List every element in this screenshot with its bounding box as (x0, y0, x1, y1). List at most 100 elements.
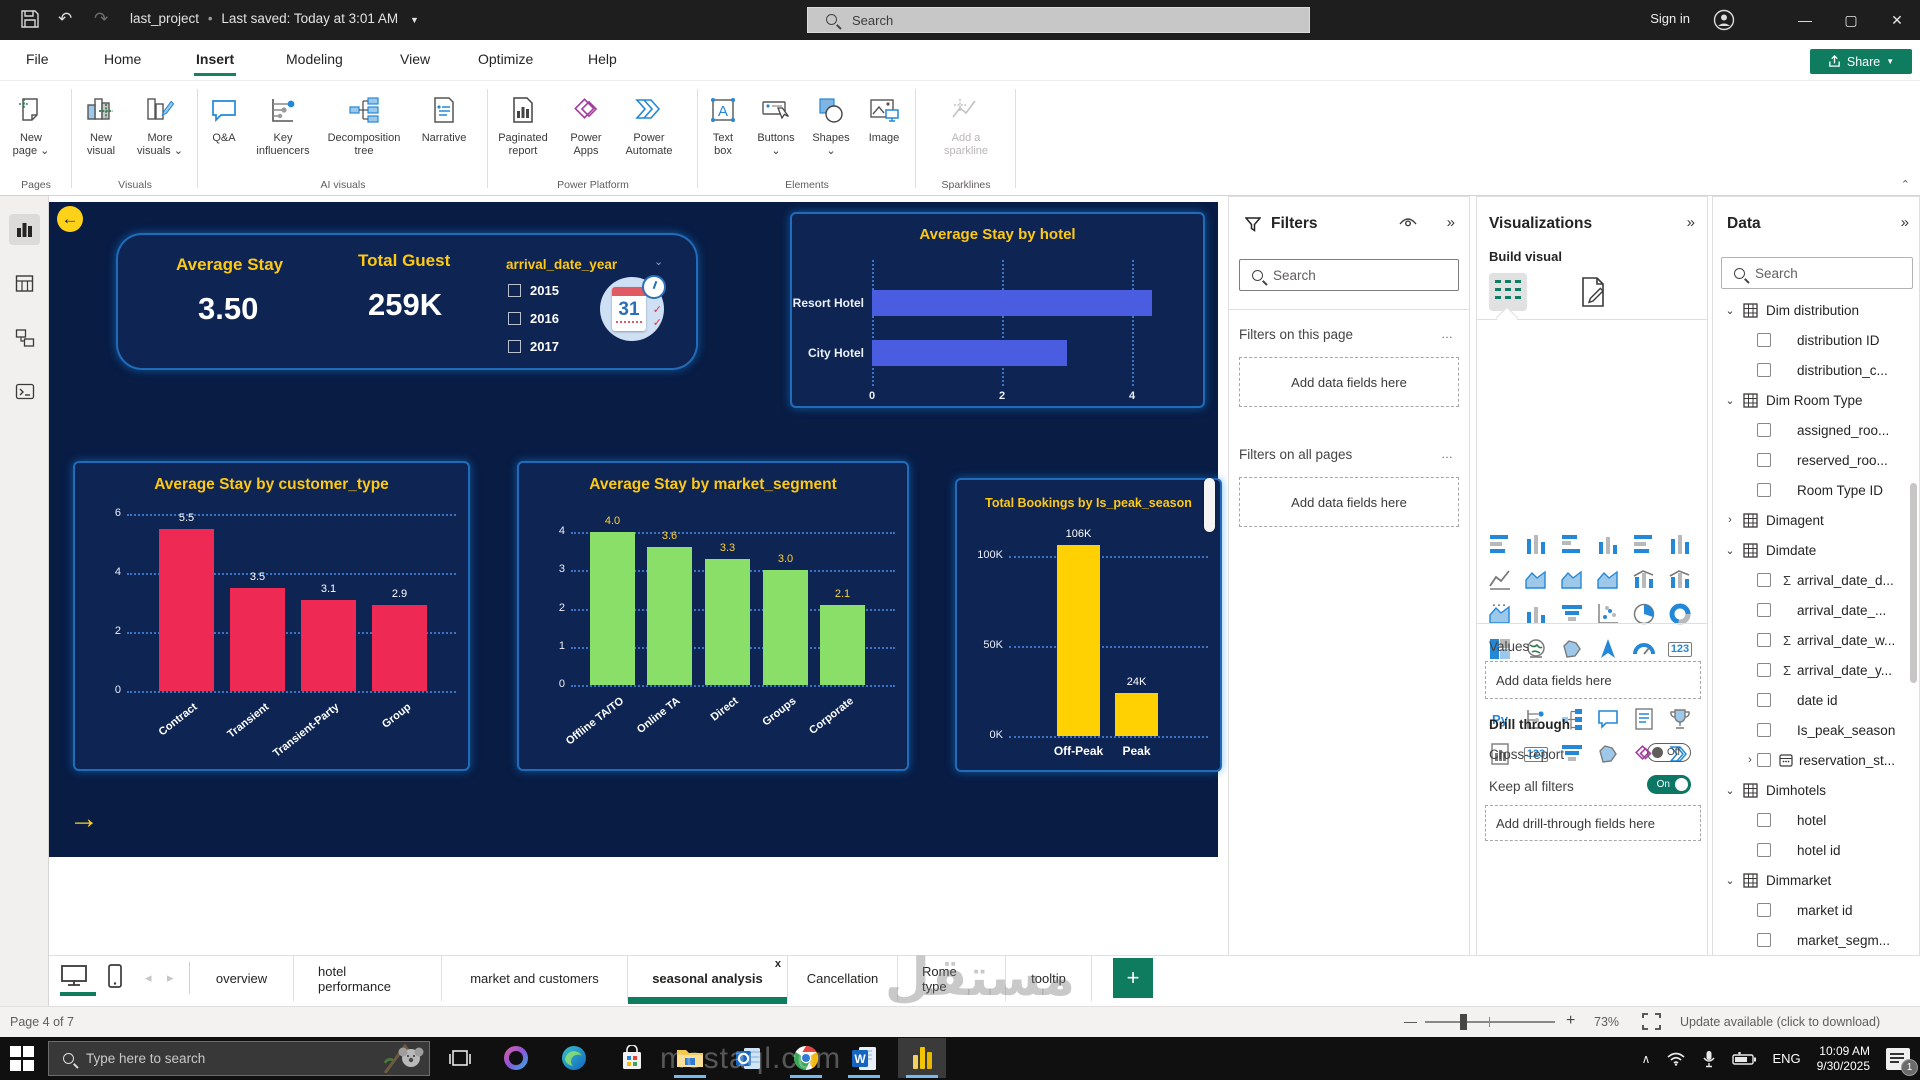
model-view-icon[interactable] (9, 322, 40, 353)
table-view-icon[interactable] (9, 268, 40, 299)
page-tab-rome-type[interactable]: Rome type (898, 956, 1006, 1001)
collapse-data-pane-icon[interactable]: » (1901, 214, 1907, 231)
power-automate-button[interactable]: PowerAutomate (614, 91, 684, 158)
page-tab-market-and-customers[interactable]: market and customers (442, 956, 628, 1001)
global-search-input[interactable] (852, 13, 1152, 28)
taskbar-app-chrome[interactable] (782, 1038, 830, 1078)
global-search-bar[interactable] (807, 7, 1310, 33)
expand-icon[interactable]: › (1743, 754, 1757, 766)
report-page[interactable]: ← Average Stay 3.50 Total Guest 259K arr… (49, 202, 1218, 857)
taskbar-search-input[interactable] (86, 1051, 306, 1066)
filters-page-dropzone[interactable]: Add data fields here (1239, 357, 1459, 407)
field-reservation-st-[interactable]: ›reservation_st... (1713, 745, 1919, 775)
buttons-button[interactable]: Buttons⌄ (748, 91, 804, 158)
viz-icon-azure-map[interactable] (1595, 636, 1621, 662)
field-assigned-roo-[interactable]: assigned_roo... (1713, 415, 1919, 445)
collapse-icon[interactable]: ⌄ (1723, 394, 1737, 407)
chart-average-stay-by-customer-type[interactable]: Average Stay by customer_type 02465.5Con… (73, 461, 470, 771)
slicer-option-2017[interactable]: 2017 (508, 339, 559, 354)
collapse-visualizations-pane-icon[interactable]: » (1687, 214, 1693, 231)
taskbar-app-outlook[interactable] (724, 1038, 772, 1078)
field-checkbox[interactable] (1757, 903, 1771, 917)
viz-icon-100-stacked-bar-chart[interactable] (1631, 531, 1657, 557)
data-pane-scrollbar[interactable] (1910, 483, 1917, 683)
zoom-in-button[interactable]: + (1566, 1012, 1575, 1030)
desktop-layout-icon[interactable] (60, 964, 88, 988)
maximize-button[interactable]: ▢ (1828, 0, 1874, 40)
field-checkbox[interactable] (1757, 603, 1771, 617)
cross-report-toggle[interactable]: Off (1647, 743, 1691, 762)
viz-icon-line-and-clustered-column-chart[interactable] (1667, 566, 1693, 592)
new-page-button[interactable]: Newpage ⌄ (0, 91, 62, 158)
key-influencers-button[interactable]: Keyinfluencers (250, 91, 316, 158)
checkbox-2015[interactable] (508, 284, 521, 297)
viz-icon-clustered-column-chart[interactable] (1595, 531, 1621, 557)
field-room-type-id[interactable]: Room Type ID (1713, 475, 1919, 505)
more-options-icon[interactable]: … (1441, 327, 1455, 341)
viz-icon-line-and-stacked-column-chart[interactable] (1631, 566, 1657, 592)
field-arrival-date-[interactable]: arrival_date_... (1713, 595, 1919, 625)
field-hotel[interactable]: hotel (1713, 805, 1919, 835)
field-market-segm-[interactable]: market_segm... (1713, 925, 1919, 955)
update-available-link[interactable]: Update available (click to download) (1680, 1015, 1880, 1029)
decomposition-tree-button[interactable]: Decompositiontree (316, 91, 412, 158)
filters-search-box[interactable] (1239, 259, 1459, 291)
table-dim-distribution[interactable]: ⌄Dim distribution (1713, 295, 1919, 325)
bar-peak[interactable] (1115, 693, 1158, 736)
fit-to-page-icon[interactable] (1642, 1013, 1661, 1030)
start-button[interactable] (10, 1046, 36, 1072)
tray-expand-icon[interactable]: ∧ (1642, 1052, 1651, 1066)
close-button[interactable]: ✕ (1874, 0, 1920, 40)
data-search-input[interactable] (1755, 266, 1875, 281)
close-tab-icon[interactable]: x (775, 958, 781, 970)
field-distribution-id[interactable]: distribution ID (1713, 325, 1919, 355)
sign-in-link[interactable]: Sign in (1650, 11, 1690, 26)
page-tab-hotel-performance[interactable]: hotel performance (294, 956, 442, 1001)
viz-icon-smart-narrative[interactable] (1631, 706, 1657, 732)
report-view-icon[interactable] (9, 214, 40, 245)
title-dropdown-icon[interactable]: ▼ (410, 15, 419, 25)
collapse-icon[interactable]: ⌄ (1723, 544, 1737, 557)
field-checkbox[interactable] (1757, 333, 1771, 347)
viz-icon-clustered-bar-chart[interactable] (1559, 531, 1585, 557)
more-visuals-button[interactable]: Morevisuals ⌄ (130, 91, 190, 158)
more-visuals-options-icon[interactable]: … (1491, 593, 1509, 611)
clock[interactable]: 10:09 AM 9/30/2025 (1817, 1044, 1870, 1074)
viz-icon-100-stacked-column-chart[interactable] (1667, 531, 1693, 557)
minimize-button[interactable]: — (1782, 0, 1828, 40)
menu-optimize[interactable]: Optimize (478, 51, 533, 67)
microphone-icon[interactable] (1702, 1050, 1716, 1068)
taskbar-app-word[interactable]: W (840, 1038, 888, 1078)
field-checkbox[interactable] (1757, 453, 1771, 467)
prev-page-arrow-icon[interactable]: ◂ (145, 970, 152, 986)
field-market-id[interactable]: market id (1713, 895, 1919, 925)
keep-all-filters-toggle[interactable]: On (1647, 775, 1691, 794)
page-tab-cancellation[interactable]: Cancellation (788, 956, 898, 1001)
viz-icon-line-chart[interactable] (1487, 566, 1513, 592)
values-dropzone[interactable]: Add data fields here (1485, 661, 1701, 699)
viz-icon-card[interactable]: 123 (1667, 636, 1693, 662)
field-checkbox[interactable] (1757, 843, 1771, 857)
bar-resort-hotel[interactable] (872, 290, 1152, 316)
redo-icon[interactable]: ↷ (94, 9, 116, 31)
field-reserved-roo-[interactable]: reserved_roo... (1713, 445, 1919, 475)
share-button[interactable]: Share ▼ (1810, 49, 1912, 74)
narrative-button[interactable]: Narrative (412, 91, 476, 145)
language-indicator[interactable]: ENG (1772, 1051, 1800, 1066)
field-checkbox[interactable] (1757, 813, 1771, 827)
field-checkbox[interactable] (1757, 933, 1771, 947)
dax-query-view-icon[interactable] (9, 376, 40, 407)
table-dim-room-type[interactable]: ⌄Dim Room Type (1713, 385, 1919, 415)
menu-insert[interactable]: Insert (196, 51, 234, 67)
qa-button[interactable]: Q&A (198, 91, 250, 145)
field-hotel-id[interactable]: hotel id (1713, 835, 1919, 865)
viz-icon-stacked-column-chart[interactable] (1523, 531, 1549, 557)
canvas-scrollbar[interactable] (1204, 478, 1215, 532)
slicer-chevron-down-icon[interactable]: ⌄ (654, 255, 663, 268)
collapse-filters-pane-icon[interactable]: » (1447, 214, 1453, 231)
undo-icon[interactable]: ↶ (58, 9, 80, 31)
back-arrow-button[interactable]: ← (57, 206, 83, 232)
zoom-slider-thumb[interactable] (1460, 1014, 1467, 1030)
menu-modeling[interactable]: Modeling (286, 51, 343, 67)
field-arrival-date-d-[interactable]: Σarrival_date_d... (1713, 565, 1919, 595)
